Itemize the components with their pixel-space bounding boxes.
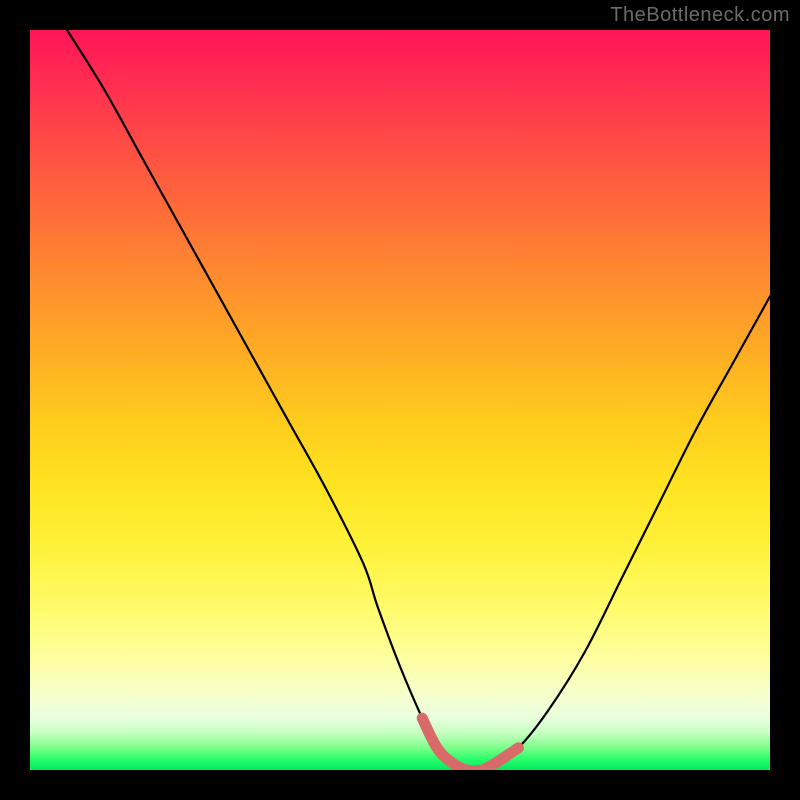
plot-area [30, 30, 770, 770]
watermark-text: TheBottleneck.com [610, 4, 790, 27]
highlight-region [422, 718, 518, 770]
bottleneck-curve [67, 30, 770, 770]
curve-layer [30, 30, 770, 770]
chart-frame: TheBottleneck.com [0, 0, 800, 800]
